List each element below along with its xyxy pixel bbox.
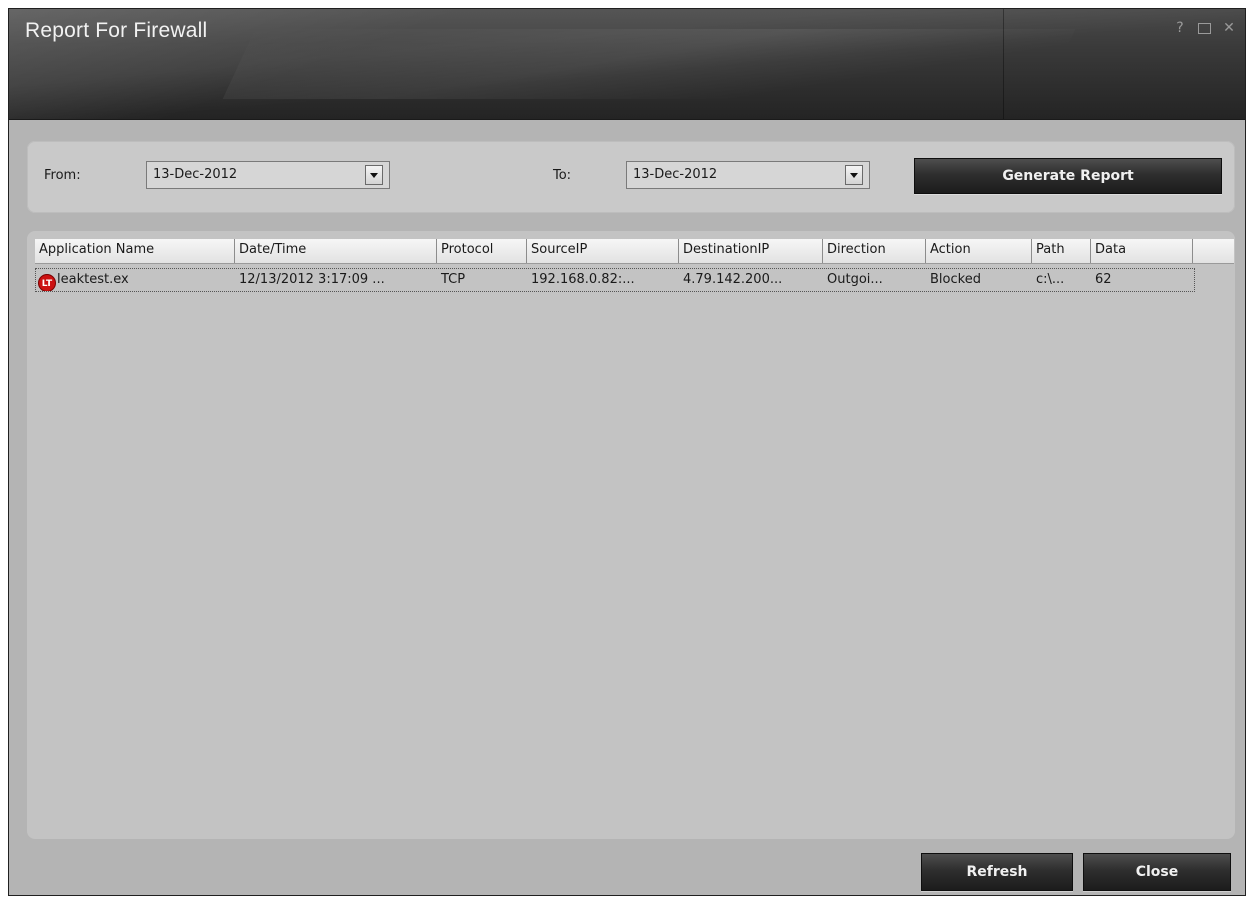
to-date-dropdown[interactable]: 13-Dec-2012 <box>626 161 870 189</box>
window-controls: ? ✕ <box>1172 20 1237 36</box>
app-name-text: leaktest.ex <box>57 272 129 287</box>
title-bar-divider <box>1003 9 1004 119</box>
column-header-filler <box>1193 239 1234 263</box>
refresh-button[interactable]: Refresh <box>921 853 1073 891</box>
cell-path: c:\... <box>1036 272 1065 287</box>
to-date-value: 13-Dec-2012 <box>633 167 718 182</box>
cell-source-ip: 192.168.0.82:... <box>531 272 635 287</box>
table-header: Application Name Date/Time Protocol Sour… <box>35 239 1234 264</box>
title-bar[interactable]: Report For Firewall ? ✕ <box>9 9 1245 120</box>
to-label: To: <box>553 168 572 183</box>
column-header-action[interactable]: Action <box>926 239 1032 263</box>
column-header-date-time[interactable]: Date/Time <box>235 239 437 263</box>
from-label: From: <box>44 168 81 183</box>
column-header-destination-ip[interactable]: DestinationIP <box>679 239 823 263</box>
chevron-down-icon[interactable] <box>845 165 863 185</box>
report-window: Report For Firewall ? ✕ From: 13-Dec-201… <box>8 8 1246 896</box>
cell-direction: Outgoi... <box>827 272 883 287</box>
help-icon[interactable]: ? <box>1172 20 1188 36</box>
cell-date-time: 12/13/2012 3:17:09 ... <box>239 272 385 287</box>
filter-panel: From: 13-Dec-2012 To: 13-Dec-2012 Genera… <box>27 141 1235 213</box>
column-header-source-ip[interactable]: SourceIP <box>527 239 679 263</box>
close-icon[interactable]: ✕ <box>1221 20 1237 36</box>
report-table-panel: Application Name Date/Time Protocol Sour… <box>27 231 1235 839</box>
leaktest-app-icon: LT <box>38 274 56 291</box>
cell-application-name: LT leaktest.ex <box>36 269 235 291</box>
cell-destination-ip: 4.79.142.200... <box>683 272 783 287</box>
column-header-protocol[interactable]: Protocol <box>437 239 527 263</box>
column-header-direction[interactable]: Direction <box>823 239 926 263</box>
cell-data: 62 <box>1095 272 1112 287</box>
close-button[interactable]: Close <box>1083 853 1231 891</box>
maximize-icon[interactable] <box>1198 23 1211 34</box>
from-date-value: 13-Dec-2012 <box>153 167 238 182</box>
from-date-dropdown[interactable]: 13-Dec-2012 <box>146 161 390 189</box>
column-header-application-name[interactable]: Application Name <box>35 239 235 263</box>
column-header-path[interactable]: Path <box>1032 239 1091 263</box>
generate-report-button[interactable]: Generate Report <box>914 158 1222 194</box>
column-header-data[interactable]: Data <box>1091 239 1193 263</box>
cell-protocol: TCP <box>441 272 466 287</box>
table-row[interactable]: LT leaktest.ex 12/13/2012 3:17:09 ... TCP… <box>35 268 1195 292</box>
window-title: Report For Firewall <box>25 19 208 42</box>
cell-action: Blocked <box>930 272 981 287</box>
title-bar-shine <box>222 29 1076 99</box>
chevron-down-icon[interactable] <box>365 165 383 185</box>
